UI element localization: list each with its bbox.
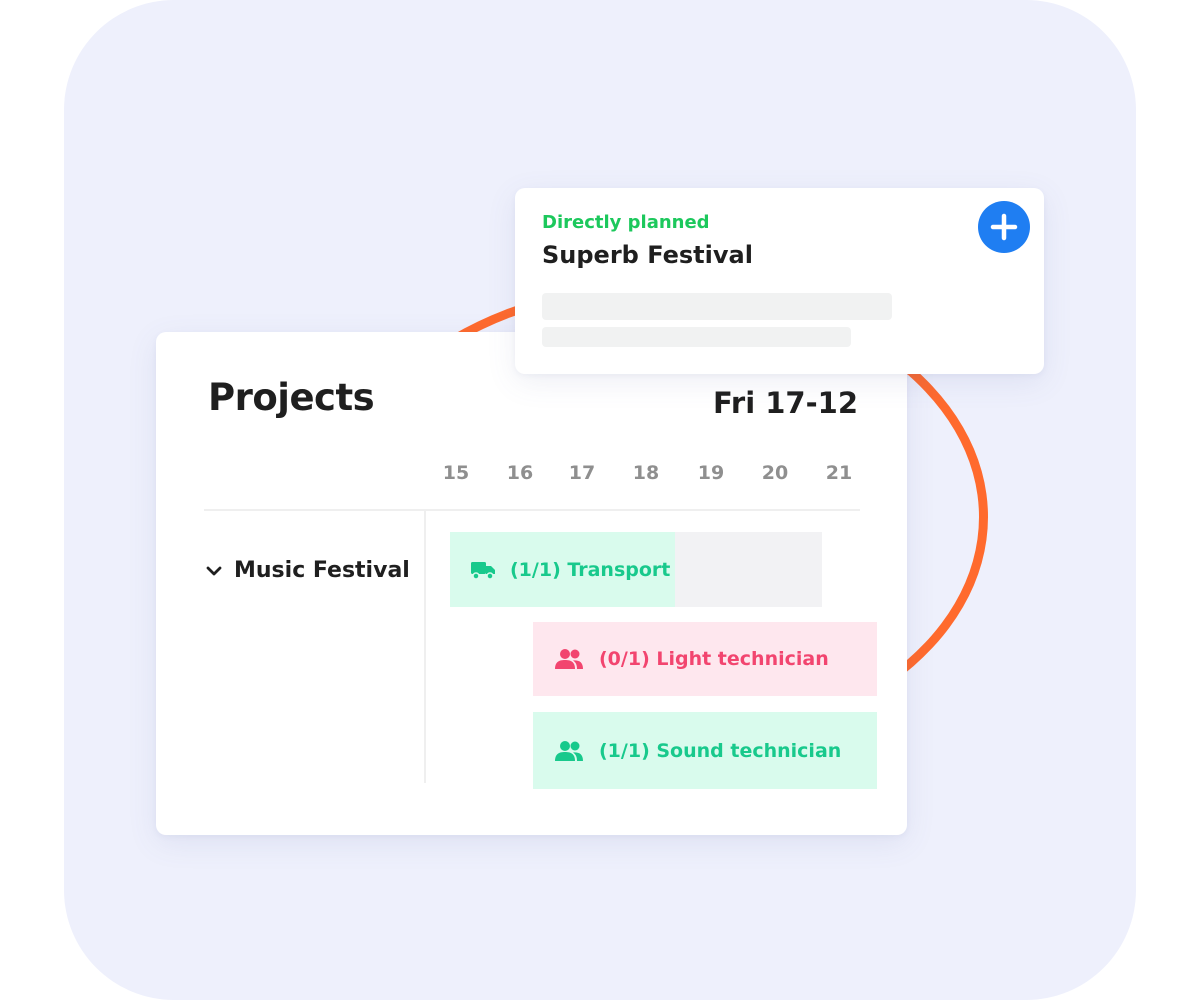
project-popup-card[interactable]: Directly planned Superb Festival [515,188,1044,374]
day-header: 16 [506,462,534,484]
day-header: 20 [761,462,789,484]
group-label: Music Festival [234,558,410,583]
assignment-bar-light-technician[interactable]: (0/1) Light technician [533,622,877,696]
skeleton-line [542,293,892,320]
day-header: 17 [568,462,596,484]
page-title: Projects [208,376,375,419]
day-header: 19 [697,462,725,484]
status-badge: Directly planned [542,212,710,233]
column-divider [424,511,426,783]
assignment-label: (1/1) Transport [510,558,671,581]
assignment-label: (0/1) Light technician [599,648,829,670]
assignment-bar-transport[interactable]: (1/1) Transport [450,532,675,607]
truck-icon [471,561,495,580]
day-header: 21 [825,462,853,484]
day-header: 18 [632,462,660,484]
projects-card: Projects Fri 17-12 15 16 17 18 19 20 21 … [156,332,907,835]
day-header: 15 [442,462,470,484]
plus-icon [990,213,1018,241]
current-date: Fri 17-12 [712,386,858,420]
assignment-bar-sound-technician[interactable]: (1/1) Sound technician [533,712,877,789]
people-icon [555,649,583,669]
group-row-music-festival[interactable]: Music Festival [204,558,410,583]
assignment-label: (1/1) Sound technician [599,739,842,762]
add-button[interactable] [978,201,1030,253]
header-divider [204,509,860,511]
chevron-down-icon[interactable] [204,561,224,581]
popup-title: Superb Festival [542,241,753,269]
people-icon [555,740,583,761]
skeleton-line [542,327,851,347]
